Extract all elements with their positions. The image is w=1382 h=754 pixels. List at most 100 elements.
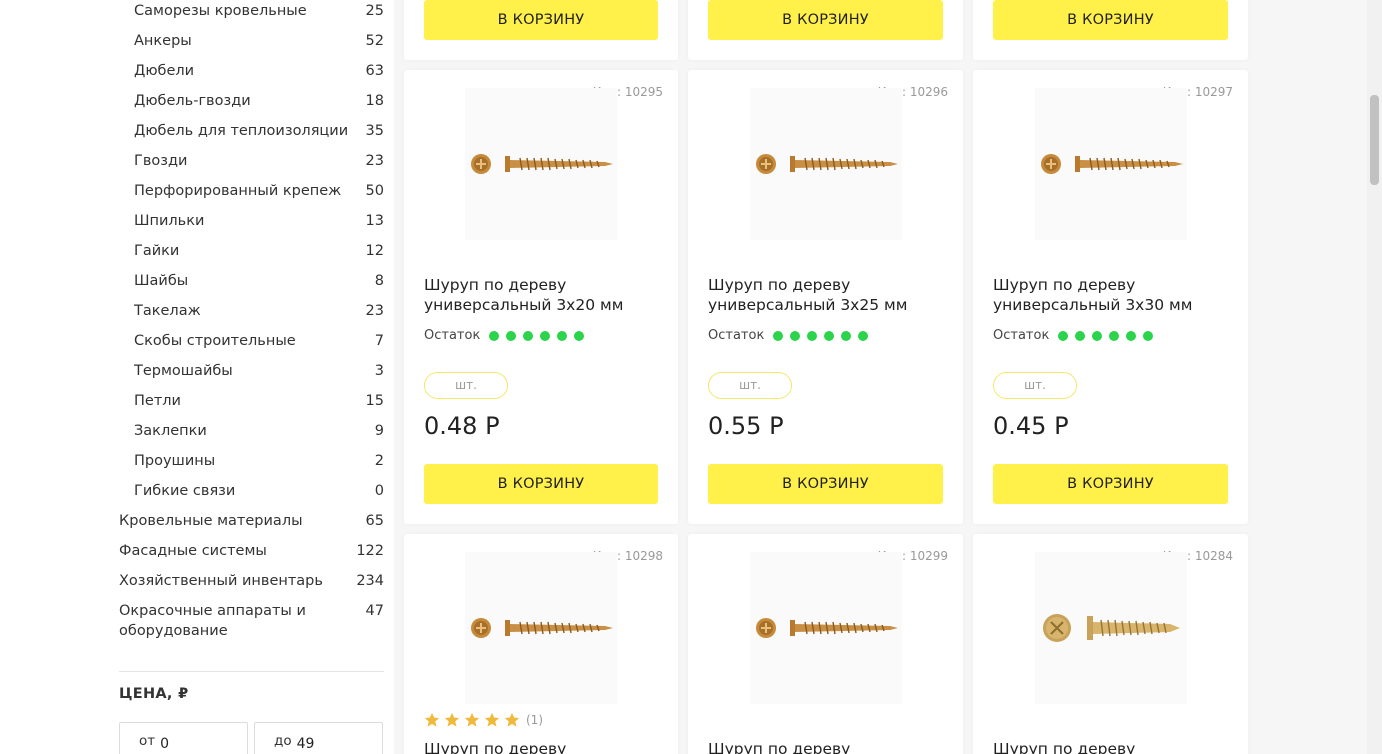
- wood-screw-image[interactable]: [1034, 88, 1187, 240]
- category-name: Окрасочные аппараты и оборудование: [119, 603, 306, 639]
- category-name: Анкеры: [134, 33, 192, 49]
- category-item[interactable]: Гвозди 23: [119, 151, 384, 171]
- category-item[interactable]: Такелаж 23: [119, 301, 384, 321]
- category-count: 18: [365, 93, 384, 109]
- category-name: Дюбели: [134, 63, 195, 79]
- screw-icon: [1042, 614, 1180, 642]
- product-card[interactable]: Код: 10298 (1) Шуруп по дереву: [404, 534, 678, 754]
- category-item[interactable]: Скобы строительные 7: [119, 331, 384, 351]
- category-name: Скобы строительные: [134, 333, 296, 349]
- category-item[interactable]: Гибкие связи 0: [119, 481, 384, 501]
- product-card[interactable]: Код: 10284 Шуруп по дереву: [973, 534, 1248, 754]
- scrollbar-thumb[interactable]: [1370, 95, 1379, 185]
- category-item[interactable]: Окрасочные аппараты и оборудование 47: [119, 601, 384, 641]
- category-item[interactable]: Фасадные системы 122: [119, 541, 384, 561]
- star-icon: [504, 712, 520, 727]
- product-title[interactable]: Шуруп по дереву: [708, 739, 948, 754]
- add-to-cart-button[interactable]: В КОРЗИНУ: [708, 464, 943, 504]
- add-to-cart-button[interactable]: В КОРЗИНУ: [424, 0, 658, 40]
- category-name: Гайки: [134, 243, 180, 259]
- category-item[interactable]: Дюбели 63: [119, 61, 384, 81]
- unit-selector[interactable]: шт.: [424, 372, 508, 399]
- category-item[interactable]: Саморезы кровельные 25: [119, 1, 384, 21]
- product-card[interactable]: Код: 10297 Шуруп по дереву универсальный…: [973, 70, 1248, 524]
- category-item[interactable]: Проушины 2: [119, 451, 384, 471]
- category-item[interactable]: Кровельные материалы 65: [119, 511, 384, 531]
- category-name: Кровельные материалы: [119, 513, 303, 529]
- price-to-value[interactable]: 49: [297, 736, 315, 752]
- add-to-cart-button[interactable]: В КОРЗИНУ: [708, 0, 943, 40]
- product-rating[interactable]: (1): [424, 712, 543, 728]
- category-count: 52: [365, 33, 384, 49]
- stock-indicator: Остаток: [993, 328, 1160, 343]
- product-title[interactable]: Шуруп по дереву универсальный 3x20 мм: [424, 275, 664, 315]
- category-count: 8: [374, 273, 384, 289]
- wood-screw-image[interactable]: [749, 552, 902, 704]
- wood-screw-image[interactable]: [1034, 552, 1187, 704]
- stock-indicator: Остаток: [708, 328, 875, 343]
- category-count: 23: [365, 303, 384, 319]
- product-card: В КОРЗИНУ: [404, 0, 678, 60]
- category-item[interactable]: Анкеры 52: [119, 31, 384, 51]
- star-icon: [484, 712, 500, 727]
- category-name: Шпильки: [134, 213, 205, 229]
- category-item[interactable]: Дюбель для теплоизоляции 35: [119, 121, 384, 141]
- category-name: Петли: [134, 393, 181, 409]
- unit-selector[interactable]: шт.: [993, 372, 1077, 399]
- product-title[interactable]: Шуруп по дереву универсальный 3x25 мм: [708, 275, 948, 315]
- stock-dots: [1058, 330, 1160, 341]
- category-count: 12: [365, 243, 384, 259]
- product-card[interactable]: Код: 10296 Шуруп по дереву универсальный…: [688, 70, 963, 524]
- category-name: Хозяйственный инвентарь: [119, 573, 323, 589]
- category-name: Такелаж: [134, 303, 201, 319]
- category-name: Проушины: [134, 453, 216, 469]
- price-from-value[interactable]: 0: [160, 736, 169, 752]
- category-count: 23: [365, 153, 384, 169]
- add-to-cart-button[interactable]: В КОРЗИНУ: [993, 464, 1228, 504]
- add-to-cart-button[interactable]: В КОРЗИНУ: [424, 464, 658, 504]
- product-card[interactable]: Код: 10299 Шуруп по дереву: [688, 534, 963, 754]
- price-from-field[interactable]: от 0: [119, 722, 248, 754]
- category-item[interactable]: Гайки 12: [119, 241, 384, 261]
- page-scrollbar[interactable]: [1367, 0, 1382, 754]
- product-title[interactable]: Шуруп по дереву: [424, 739, 664, 754]
- category-item[interactable]: Заклепки 9: [119, 421, 384, 441]
- category-count: 63: [365, 63, 384, 79]
- screw-icon: [755, 154, 898, 174]
- category-item[interactable]: Дюбель-гвозди 18: [119, 91, 384, 111]
- category-name: Дюбель для теплоизоляции: [134, 123, 349, 139]
- category-item[interactable]: Шайбы 8: [119, 271, 384, 291]
- price-filter-title: ЦЕНА, ₽: [119, 686, 189, 702]
- screw-icon: [471, 618, 613, 638]
- category-item[interactable]: Хозяйственный инвентарь 234: [119, 571, 384, 591]
- product-title[interactable]: Шуруп по дереву универсальный 3x30 мм: [993, 275, 1233, 315]
- sidebar: Саморезы кровельные 25 Анкеры 52 Дюбели 63 …: [0, 0, 394, 754]
- category-name: Дюбель-гвозди: [134, 93, 251, 109]
- wood-screw-image[interactable]: [465, 88, 617, 240]
- wood-screw-image[interactable]: [749, 88, 902, 240]
- category-count: 7: [374, 333, 384, 349]
- product-price: 0.55 Р: [708, 412, 784, 440]
- stock-label: Остаток: [424, 328, 481, 343]
- unit-selector[interactable]: шт.: [708, 372, 792, 399]
- product-title[interactable]: Шуруп по дереву: [993, 739, 1233, 754]
- category-count: 3: [374, 363, 384, 379]
- category-item[interactable]: Петли 15: [119, 391, 384, 411]
- product-card: В КОРЗИНУ: [973, 0, 1248, 60]
- category-count: 13: [365, 213, 384, 229]
- stock-dots: [489, 330, 591, 341]
- category-name: Саморезы кровельные: [134, 3, 307, 19]
- star-icon: [464, 712, 480, 727]
- category-item[interactable]: Перфорированный крепеж 50: [119, 181, 384, 201]
- category-count: 234: [356, 573, 384, 589]
- product-card[interactable]: Код: 10295 Шуруп по дереву универсальный…: [404, 70, 678, 524]
- category-count: 2: [374, 453, 384, 469]
- category-item[interactable]: Шпильки 13: [119, 211, 384, 231]
- category-name: Шайбы: [134, 273, 189, 289]
- screw-icon: [755, 618, 898, 638]
- price-to-field[interactable]: до 49: [254, 722, 383, 754]
- category-item[interactable]: Термошайбы 3: [119, 361, 384, 381]
- stock-label: Остаток: [708, 328, 765, 343]
- add-to-cart-button[interactable]: В КОРЗИНУ: [993, 0, 1228, 40]
- wood-screw-image[interactable]: [465, 552, 617, 704]
